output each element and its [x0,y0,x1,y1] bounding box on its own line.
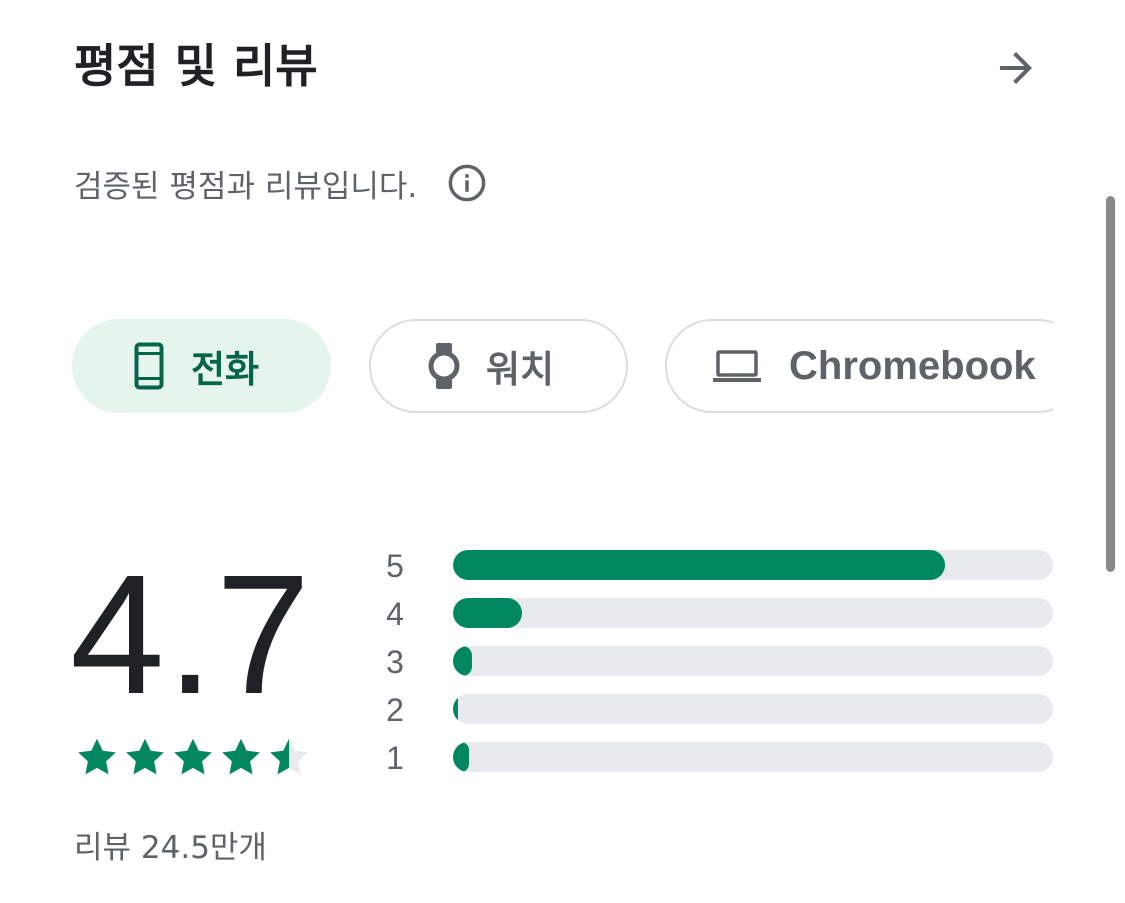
chip-chromebook[interactable]: Chromebook [665,319,1053,413]
info-icon [448,164,486,202]
see-all-button[interactable] [988,40,1044,96]
arrow-forward-icon [1000,52,1032,84]
histogram-row: 2 [380,690,1054,738]
phone-icon [129,339,169,393]
star-full-icon [222,738,260,775]
histogram-row: 5 [380,546,1054,594]
histogram-star-label: 3 [386,644,404,680]
rating-histogram: 5 4 3 2 1 [380,546,1054,786]
histogram-bar [453,646,472,676]
histogram-star-label: 4 [386,596,404,632]
watch-icon [424,339,464,393]
histogram-bar [453,694,458,724]
ratings-header: 평점 및 리뷰 [74,32,1054,104]
verified-note: 검증된 평점과 리뷰입니다. [74,168,418,205]
histogram-star-label: 2 [386,692,404,728]
chip-watch[interactable]: 워치 [369,319,628,413]
info-button[interactable] [445,161,489,205]
star-full-icon [78,738,116,775]
histogram-row: 1 [380,738,1054,786]
chip-phone[interactable]: 전화 [72,319,331,413]
star-full-icon [174,738,212,775]
histogram-star-label: 5 [386,548,404,584]
histogram-bar [453,742,469,772]
star-half-icon [270,738,308,775]
review-count: 리뷰 24.5만개 [74,830,267,866]
histogram-track [453,550,1053,580]
laptop-icon [711,339,763,393]
histogram-track [453,646,1053,676]
histogram-star-label: 1 [386,740,404,776]
star-rating [74,734,314,780]
histogram-row: 3 [380,642,1054,690]
histogram-track [453,694,1053,724]
chip-phone-label: 전화 [191,348,260,391]
section-title: 평점 및 리뷰 [74,39,318,93]
histogram-row: 4 [380,594,1054,642]
average-rating: 4.7 [70,540,313,730]
scrollbar-thumb[interactable] [1106,196,1115,572]
histogram-track [453,742,1053,772]
histogram-track [453,598,1053,628]
histogram-bar [453,598,522,628]
star-full-icon [126,738,164,775]
verified-note-row: 검증된 평점과 리뷰입니다. [74,156,489,210]
histogram-bar [453,550,945,580]
chip-watch-label: 워치 [486,348,555,391]
chip-chromebook-label: Chromebook [789,343,1036,388]
device-chip-group: 전화 워치 Chromebook [72,318,1053,416]
